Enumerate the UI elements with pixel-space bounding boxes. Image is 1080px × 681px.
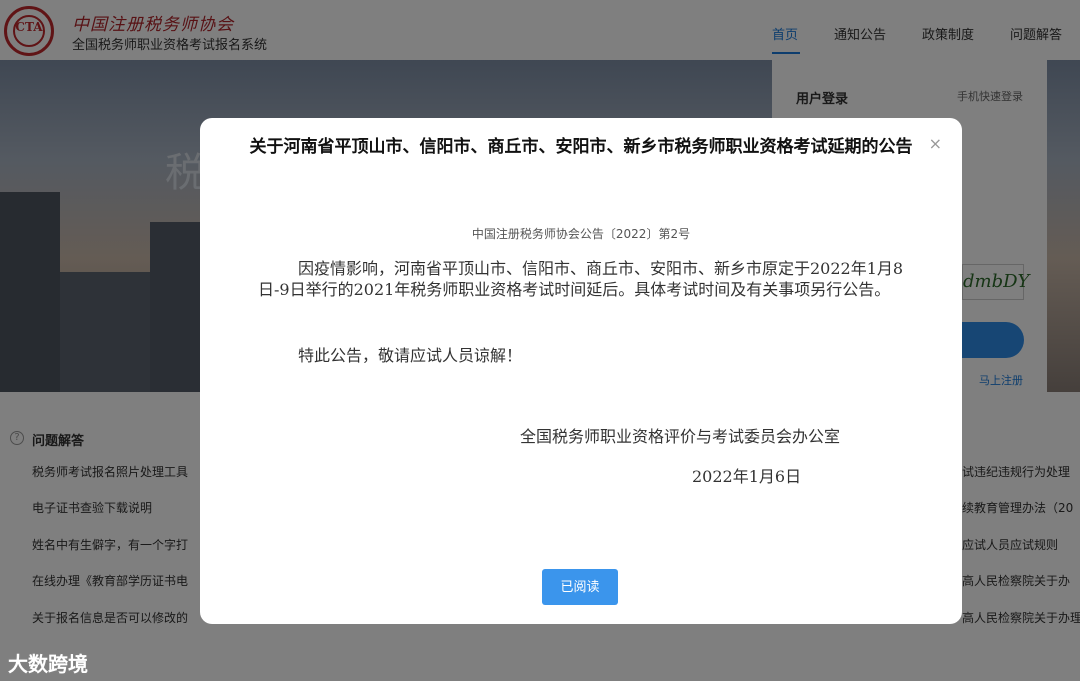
announcement-modal: 关于河南省平顶山市、信阳市、商丘市、安阳市、新乡市税务师职业资格考试延期的公告 … (200, 118, 962, 624)
modal-title: 关于河南省平顶山市、信阳市、商丘市、安阳市、新乡市税务师职业资格考试延期的公告 (249, 137, 913, 157)
watermark: 大数跨境 (8, 652, 88, 676)
close-icon[interactable]: × (929, 134, 942, 153)
announcement-body: 因疫情影响，河南省平顶山市、信阳市、商丘市、安阳市、新乡市原定于2022年1月8… (258, 259, 904, 299)
issue-date: 2022年1月6日 (692, 467, 802, 486)
announcement-closing: 特此公告，敬请应试人员谅解！ (298, 346, 523, 365)
read-confirm-button[interactable]: 已阅读 (542, 569, 618, 605)
issuing-office: 全国税务师职业资格评价与考试委员会办公室 (520, 427, 841, 446)
announcement-number: 中国注册税务师协会公告〔2022〕第2号 (471, 227, 691, 241)
